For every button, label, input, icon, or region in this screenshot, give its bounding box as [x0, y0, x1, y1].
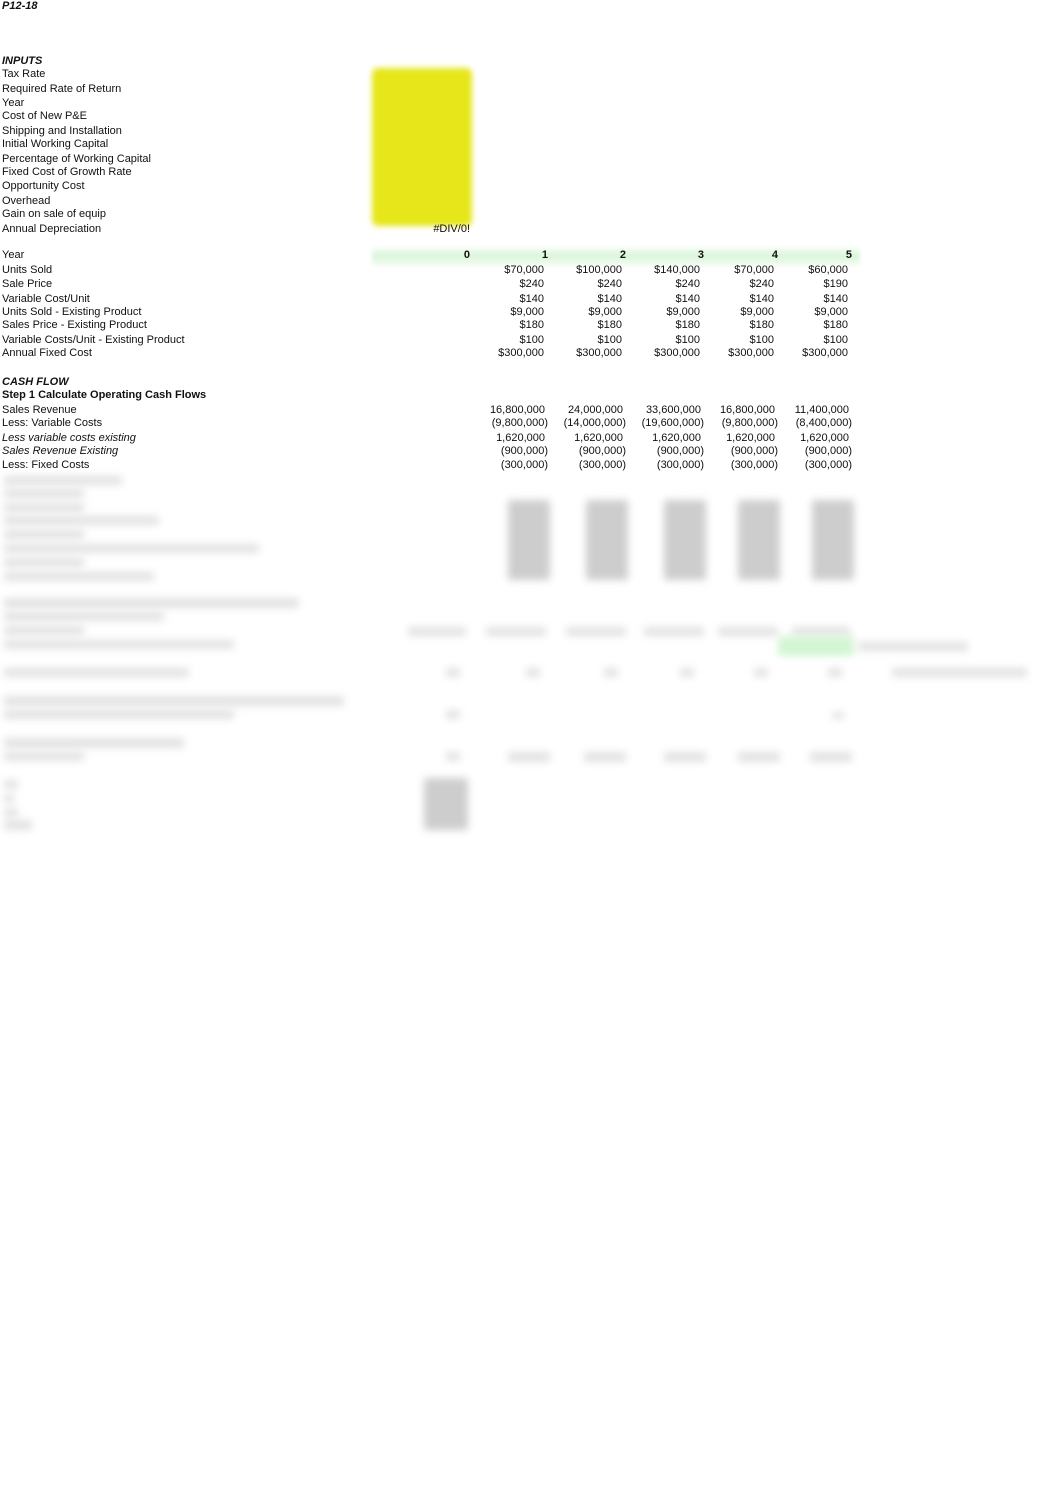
input-label: Initial Working Capital [2, 138, 109, 150]
schedule-row-label: Annual Fixed Cost [2, 347, 92, 359]
cash-flow-row-label: Less: Variable Costs [2, 417, 103, 429]
cash-flow-cell[interactable]: (300,000) [762, 459, 852, 472]
schedule-row-label: Variable Cost/Unit [2, 293, 90, 305]
cash-flow-cell[interactable]: 16,800,000 [455, 404, 545, 417]
schedule-cell[interactable]: $190 [758, 278, 848, 291]
inputs-header: INPUTS [2, 55, 43, 67]
annual-depreciation-value: #DIV/0! [433, 223, 470, 235]
cash-flow-row-label: Sales Revenue Existing [2, 445, 119, 457]
input-label: Required Rate of Return [2, 83, 122, 95]
schedule-cell[interactable]: $240 [454, 278, 544, 291]
cash-flow-cell[interactable]: 24,000,000 [533, 404, 623, 417]
step1-title: Step 1 Calculate Operating Cash Flows [2, 389, 207, 401]
schedule-cell[interactable]: $300,000 [532, 347, 622, 360]
cash-flow-cell[interactable]: 11,400,000 [759, 404, 849, 417]
input-label: Shipping and Installation [2, 125, 122, 137]
schedule-cell[interactable]: $100,000 [532, 264, 622, 277]
cash-flow-cell[interactable]: 1,620,000 [759, 432, 849, 445]
cash-flow-cell[interactable]: (900,000) [762, 445, 852, 458]
cash-flow-cell[interactable]: (300,000) [536, 459, 626, 472]
input-label: Opportunity Cost [2, 180, 85, 192]
schedule-cell[interactable]: $140 [454, 293, 544, 306]
cash-flow-row-label: Less variable costs existing [2, 432, 136, 444]
schedule-cell[interactable]: $100 [454, 334, 544, 347]
schedule-cell[interactable]: $9,000 [454, 306, 544, 319]
schedule-cell[interactable]: $100 [532, 334, 622, 347]
schedule-cell[interactable]: $180 [758, 319, 848, 332]
schedule-row-label: Sale Price [2, 278, 53, 290]
schedule-row-label: Variable Costs/Unit - Existing Product [2, 334, 185, 346]
cash-flow-cell[interactable]: (8,400,000) [762, 417, 852, 430]
cash-flow-cell[interactable]: (900,000) [458, 445, 548, 458]
cash-flow-cell[interactable]: 1,620,000 [533, 432, 623, 445]
schedule-row-label: Units Sold [2, 264, 53, 276]
input-label: Tax Rate [2, 68, 46, 80]
input-label: Year [2, 97, 25, 109]
schedule-cell[interactable]: $300,000 [454, 347, 544, 360]
year-header-cell: 5 [845, 249, 852, 261]
input-label: Percentage of Working Capital [2, 153, 151, 165]
cash-flow-header: CASH FLOW [2, 376, 69, 388]
schedule-cell[interactable]: $140 [532, 293, 622, 306]
schedule-cell[interactable]: $180 [454, 319, 544, 332]
year-header-cell: 0 [463, 249, 470, 261]
input-cells-block[interactable] [372, 68, 472, 226]
input-label: Gain on sale of equip [2, 208, 106, 220]
schedule-cell[interactable]: $100 [758, 334, 848, 347]
schedule-cell[interactable]: $9,000 [758, 306, 848, 319]
input-label: Annual Depreciation [2, 223, 102, 235]
year-label: Year [2, 249, 25, 261]
schedule-row-label: Sales Price - Existing Product [2, 319, 147, 331]
cash-flow-cell[interactable]: (300,000) [458, 459, 548, 472]
year-header-cell: 1 [541, 249, 548, 261]
schedule-cell[interactable]: $180 [532, 319, 622, 332]
schedule-cell[interactable]: $60,000 [758, 264, 848, 277]
input-label: Overhead [2, 195, 51, 207]
cash-flow-cell[interactable]: (900,000) [536, 445, 626, 458]
cash-flow-row-label: Sales Revenue [2, 404, 77, 416]
cash-flow-row-label: Less: Fixed Costs [2, 459, 90, 471]
cash-flow-cell[interactable]: 1,620,000 [455, 432, 545, 445]
schedule-cell[interactable]: $300,000 [758, 347, 848, 360]
year-header-cell: 2 [619, 249, 626, 261]
cash-flow-cell[interactable]: (9,800,000) [458, 417, 548, 430]
cash-flow-cell[interactable]: (14,000,000) [536, 417, 626, 430]
schedule-cell[interactable]: $9,000 [532, 306, 622, 319]
schedule-cell[interactable]: $140 [758, 293, 848, 306]
schedule-cell[interactable]: $70,000 [454, 264, 544, 277]
schedule-row-label: Units Sold - Existing Product [2, 306, 142, 318]
sheet-title: P12-18 [2, 0, 38, 12]
input-label: Cost of New P&E [2, 110, 87, 122]
schedule-cell[interactable]: $240 [532, 278, 622, 291]
input-label: Fixed Cost of Growth Rate [2, 166, 132, 178]
